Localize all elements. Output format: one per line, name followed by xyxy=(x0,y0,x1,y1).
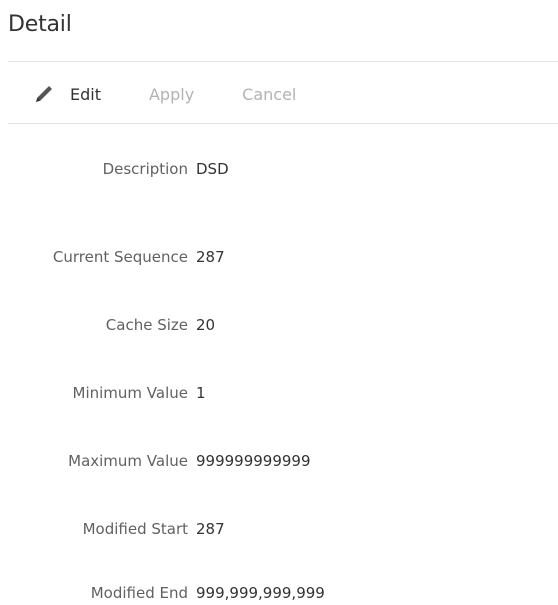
field-row-maximum-value: Maximum Value 999999999999 xyxy=(0,449,558,473)
field-row-modified-end: Modified End 999,999,999,999 xyxy=(0,581,558,605)
field-label: Current Sequence xyxy=(52,248,188,266)
field-row-description: Description DSD xyxy=(0,157,558,181)
field-row-current-sequence: Current Sequence 287 xyxy=(0,245,558,269)
field-label: Description xyxy=(102,160,188,178)
title-divider xyxy=(8,61,558,62)
field-row-minimum-value: Minimum Value 1 xyxy=(0,381,558,405)
field-value: 999999999999 xyxy=(196,452,311,470)
field-value: 1 xyxy=(196,384,206,402)
field-label: Modified End xyxy=(90,584,188,602)
field-row-cache-size: Cache Size 20 xyxy=(0,313,558,337)
toolbar: Edit Apply Cancel xyxy=(34,82,296,106)
field-label: Maximum Value xyxy=(68,452,188,470)
edit-button-label: Edit xyxy=(70,84,101,104)
field-value: 20 xyxy=(196,316,216,334)
field-value: 287 xyxy=(196,520,225,538)
pencil-icon xyxy=(34,84,58,104)
field-label: Minimum Value xyxy=(72,384,188,402)
toolbar-divider xyxy=(8,123,558,124)
field-row-modified-start: Modified Start 287 xyxy=(0,517,558,541)
field-value: 999,999,999,999 xyxy=(196,584,325,602)
cancel-button-label: Cancel xyxy=(242,84,297,104)
page-title: Detail xyxy=(8,12,72,37)
field-label: Cache Size xyxy=(105,316,188,334)
cancel-button[interactable]: Cancel xyxy=(242,85,296,104)
apply-button-label: Apply xyxy=(148,84,195,104)
field-value: 287 xyxy=(196,248,225,266)
field-value: DSD xyxy=(196,160,229,178)
edit-button[interactable]: Edit xyxy=(34,84,101,104)
field-label: Modified Start xyxy=(82,520,188,538)
apply-button[interactable]: Apply xyxy=(149,85,194,104)
